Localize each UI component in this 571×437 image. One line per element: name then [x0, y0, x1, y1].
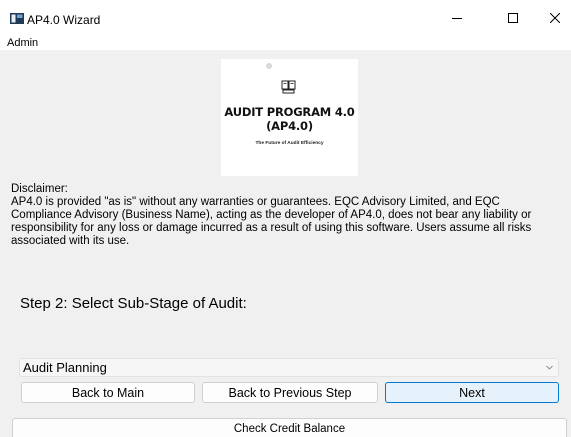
maximize-button[interactable] — [490, 0, 536, 36]
logo-title: AUDIT PROGRAM 4.0 (AP4.0) — [221, 105, 358, 133]
title-bar[interactable]: AP4.0 Wizard — [0, 0, 571, 36]
substage-selected-value: Audit Planning — [23, 360, 107, 375]
back-to-previous-step-button[interactable]: Back to Previous Step — [202, 382, 378, 403]
documents-icon — [281, 80, 296, 94]
wizard-window: AP4.0 Wizard Admin AUDIT PROGRAM 4.0 (AP… — [0, 0, 571, 437]
logo-title-line2: (AP4.0) — [266, 119, 313, 133]
maximize-icon — [508, 13, 518, 23]
app-logo: AUDIT PROGRAM 4.0 (AP4.0) The Future of … — [221, 59, 358, 176]
check-credit-balance-button[interactable]: Check Credit Balance — [12, 418, 567, 437]
close-button[interactable] — [532, 0, 571, 36]
chevron-down-icon — [546, 365, 553, 370]
close-icon — [550, 13, 560, 23]
disclaimer: Disclaimer: AP4.0 is provided "as is" wi… — [11, 183, 559, 248]
substage-select[interactable]: Audit Planning — [19, 358, 559, 377]
logo-tagline: The Future of Audit Efficiency — [255, 141, 324, 146]
menu-admin[interactable]: Admin — [7, 36, 38, 50]
logo-title-line1: AUDIT PROGRAM 4.0 — [224, 105, 355, 119]
step-label: Step 2: Select Sub-Stage of Audit: — [20, 295, 247, 312]
back-to-main-button[interactable]: Back to Main — [21, 382, 195, 403]
menu-bar: Admin — [0, 36, 571, 50]
window-title: AP4.0 Wizard — [27, 13, 101, 27]
disclaimer-title: Disclaimer: — [11, 183, 68, 195]
minimize-button[interactable] — [434, 0, 480, 36]
minimize-icon — [452, 18, 462, 19]
app-icon — [10, 13, 24, 24]
disclaimer-body: AP4.0 is provided "as is" without any wa… — [11, 196, 532, 247]
logo-dot-decoration — [266, 63, 272, 69]
next-button[interactable]: Next — [385, 382, 559, 403]
